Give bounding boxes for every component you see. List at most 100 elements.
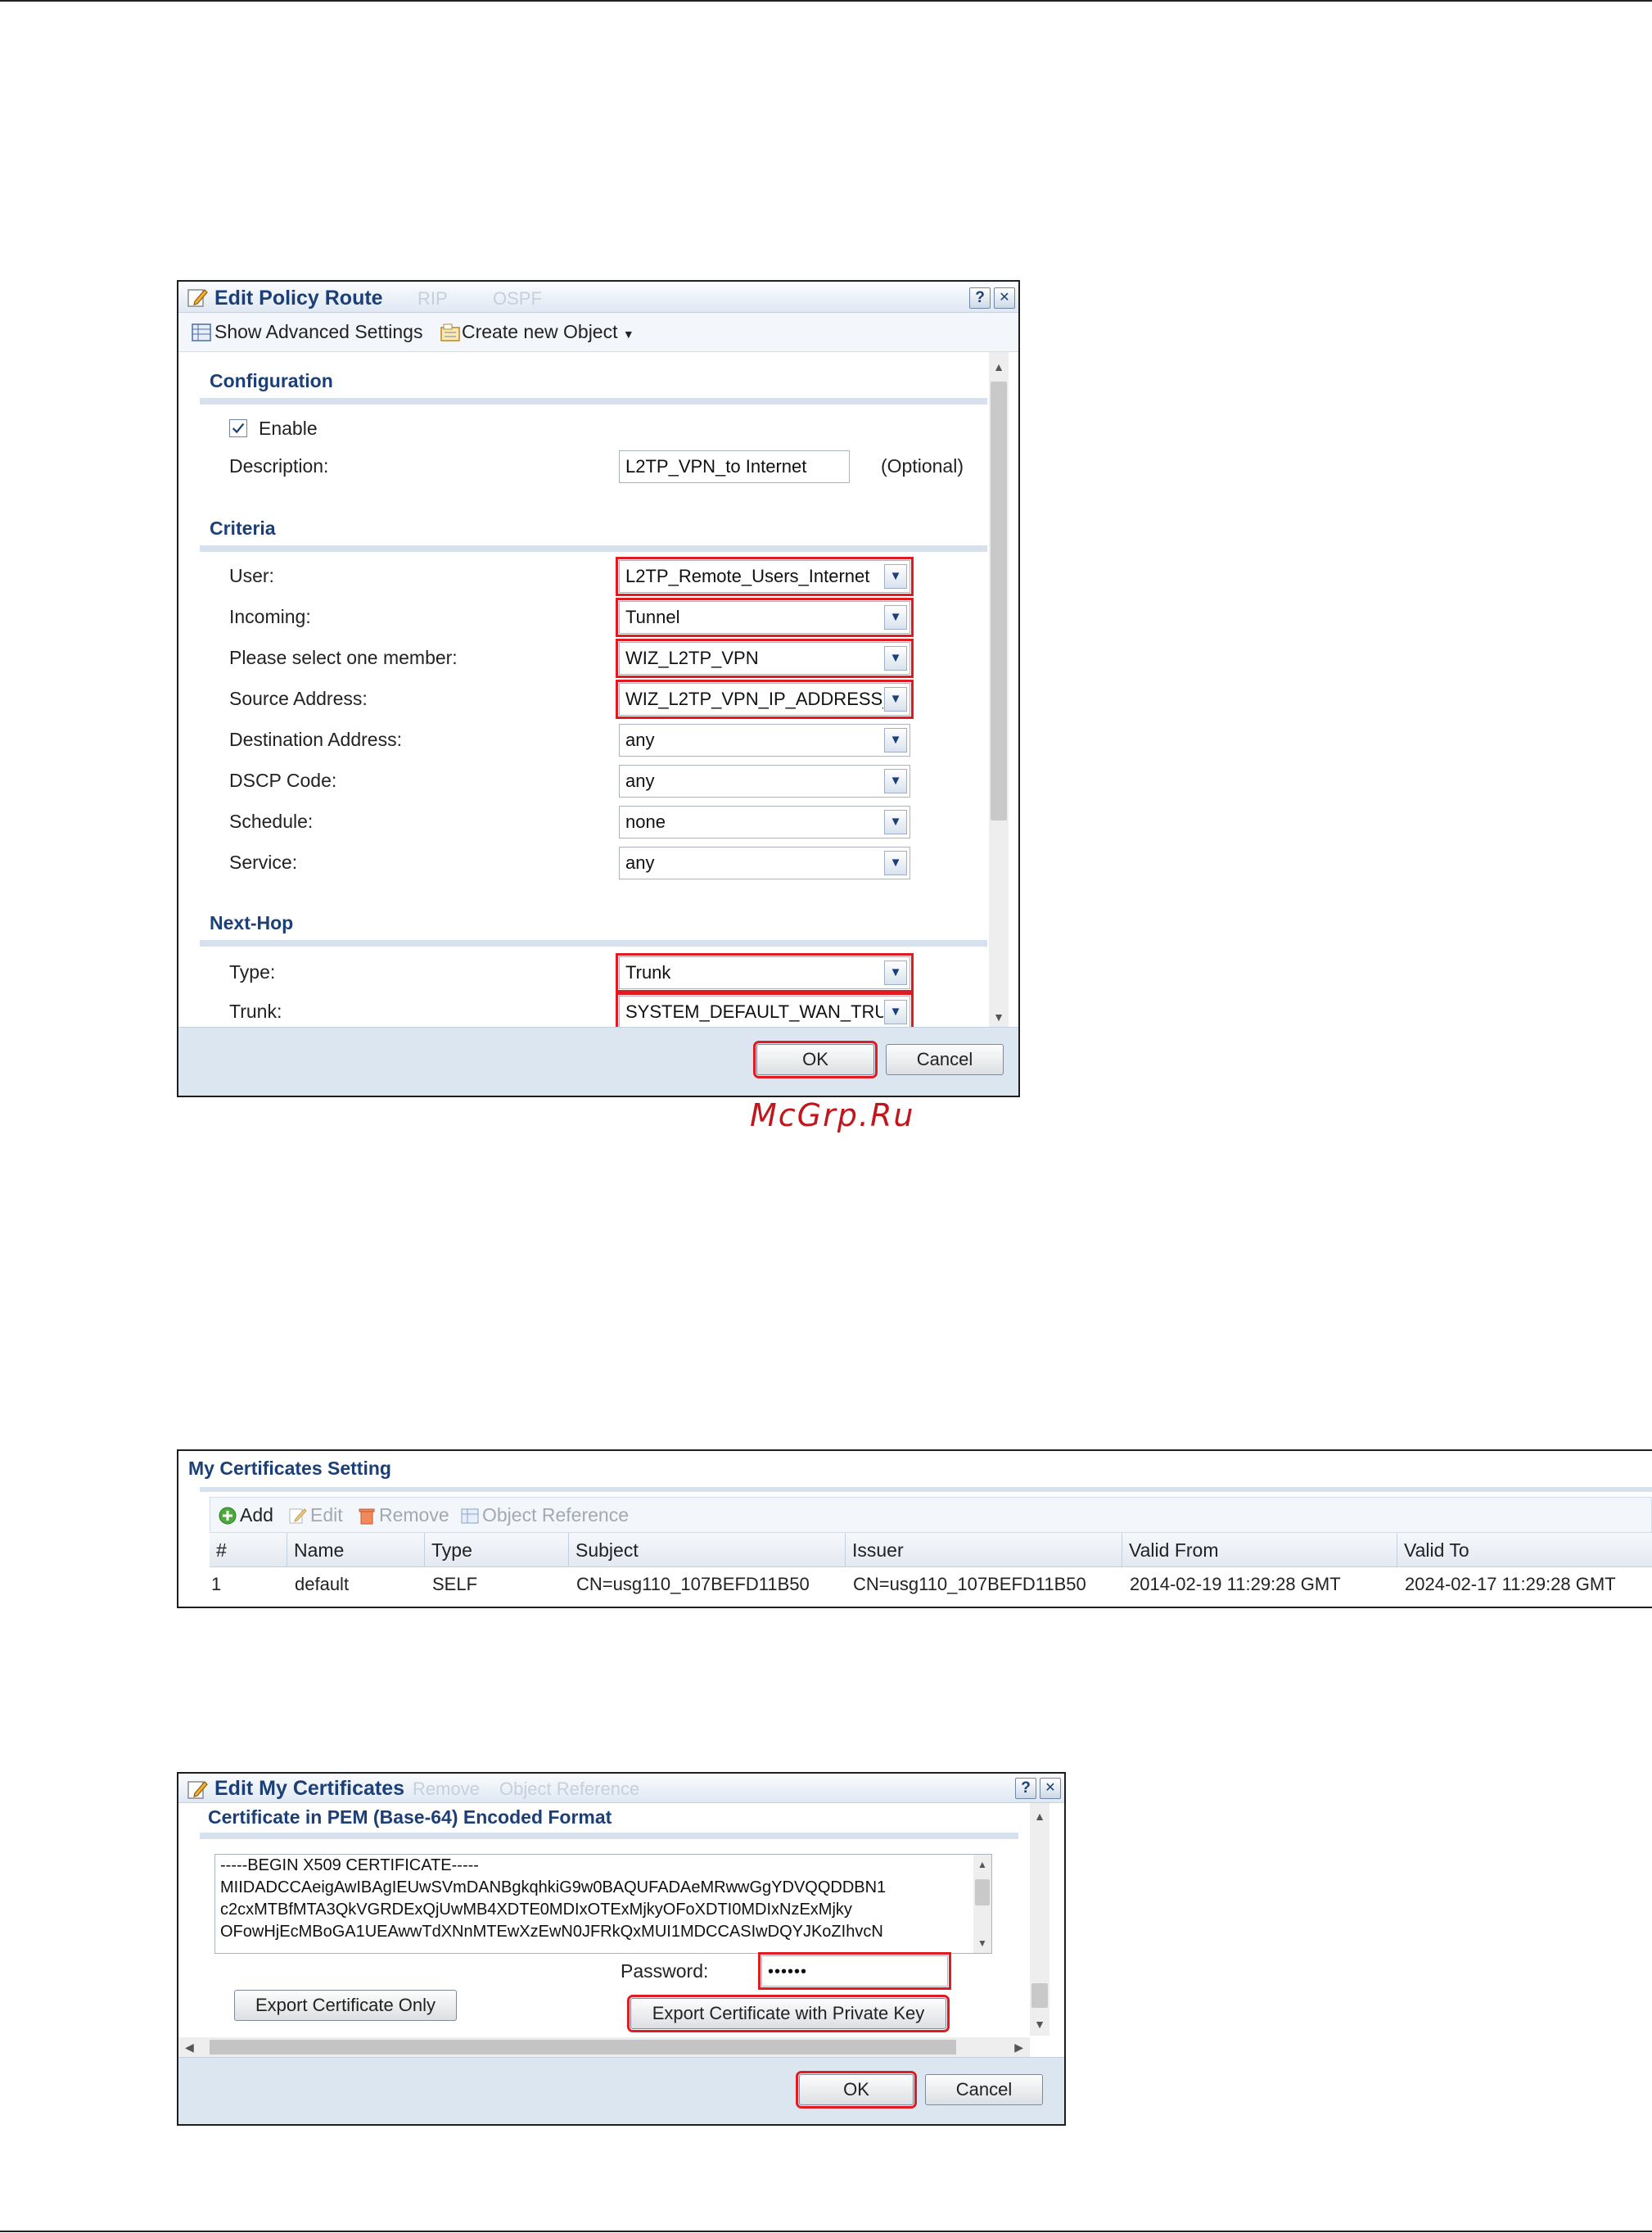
ok-button[interactable]: OK <box>753 1041 878 1078</box>
scroll-up-icon[interactable]: ▲ <box>989 357 1009 377</box>
trunk-label: Trunk: <box>229 1001 282 1022</box>
bottom-rule <box>0 2231 1652 2232</box>
dialog-title-bar: Edit My Certificates Remove Object Refer… <box>178 1774 1064 1803</box>
scroll-right-icon[interactable]: ▶ <box>1014 2037 1023 2057</box>
pem-line: OFowHjEcMBoGA1UEAwwTdXNnMTEwXzEwN0JFRkQx… <box>220 1923 883 1941</box>
chevron-down-icon[interactable]: ▼ <box>884 1000 907 1024</box>
scrollbar-thumb[interactable] <box>210 2040 956 2054</box>
pem-textarea[interactable]: -----BEGIN X509 CERTIFICATE----- MIIDADC… <box>214 1854 992 1954</box>
chevron-down-icon[interactable]: ▼ <box>884 851 907 875</box>
object-reference-icon <box>461 1508 479 1524</box>
chevron-down-icon[interactable]: ▼ <box>884 605 907 630</box>
scrollbar-thumb[interactable] <box>975 1879 990 1905</box>
scrollbar-thumb[interactable] <box>1031 1983 1048 2008</box>
chevron-down-icon[interactable]: ▼ <box>884 564 907 589</box>
type-select[interactable]: Trunk ▼ <box>616 953 914 992</box>
ok-button[interactable]: OK <box>796 2071 917 2109</box>
top-rule <box>0 0 1652 2</box>
description-label: Description: <box>229 455 329 477</box>
column-header-type[interactable]: Type <box>424 1533 568 1567</box>
help-icon[interactable]: ? <box>1015 1778 1036 1799</box>
member-select[interactable]: WIZ_L2TP_VPN ▼ <box>616 639 914 678</box>
edit-label: Edit <box>310 1504 343 1526</box>
add-button[interactable]: Add <box>219 1504 273 1526</box>
column-header-number[interactable]: # <box>210 1533 287 1567</box>
scroll-left-icon[interactable]: ◀ <box>185 2037 194 2057</box>
scroll-down-icon[interactable]: ▼ <box>989 1007 1009 1027</box>
edit-button[interactable]: Edit <box>289 1504 343 1526</box>
dscp-code-label: DSCP Code: <box>229 770 337 791</box>
help-icon[interactable]: ? <box>969 287 991 309</box>
export-certificate-with-private-key-button[interactable]: Export Certificate with Private Key <box>627 1995 950 2032</box>
column-header-subject[interactable]: Subject <box>568 1533 845 1567</box>
new-object-icon <box>440 323 460 341</box>
certificates-toolbar: Add Edit Remove Object Reference <box>210 1497 1652 1533</box>
close-icon[interactable]: ✕ <box>994 287 1015 309</box>
chevron-down-icon[interactable]: ▼ <box>884 961 907 985</box>
export-certificate-only-button[interactable]: Export Certificate Only <box>234 1990 457 2021</box>
table-row[interactable]: 1 default SELF CN=usg110_107BEFD11B50 CN… <box>210 1567 1652 1600</box>
incoming-select[interactable]: Tunnel ▼ <box>616 598 914 637</box>
cell-issuer: CN=usg110_107BEFD11B50 <box>853 1574 1086 1594</box>
pem-scrollbar[interactable]: ▲ ▼ <box>973 1855 991 1953</box>
column-header-valid-from[interactable]: Valid From <box>1122 1533 1397 1567</box>
source-address-value: WIZ_L2TP_VPN_IP_ADDRESS_ <box>625 689 883 709</box>
service-value: any <box>625 852 655 873</box>
scroll-down-icon[interactable]: ▼ <box>1030 2014 1049 2034</box>
vertical-scrollbar[interactable]: ▲ ▼ <box>989 352 1009 1028</box>
type-label: Type: <box>229 961 276 983</box>
criteria-heading: Criteria <box>210 518 276 539</box>
horizontal-scrollbar[interactable]: ◀ ▶ <box>178 2037 1030 2057</box>
dialog-content: Certificate in PEM (Base-64) Encoded For… <box>178 1803 1064 2057</box>
dialog-title-bar: Edit Policy Route RIP OSPF ? ✕ <box>178 282 1018 313</box>
service-select[interactable]: any ▼ <box>619 847 910 879</box>
member-label: Please select one member: <box>229 647 458 668</box>
pem-line: -----BEGIN X509 CERTIFICATE----- <box>220 1856 479 1874</box>
cancel-button[interactable]: Cancel <box>925 2074 1043 2105</box>
dialog-title: Edit Policy Route <box>214 287 383 310</box>
scroll-down-icon[interactable]: ▼ <box>973 1933 991 1953</box>
edit-policy-route-dialog: Edit Policy Route RIP OSPF ? ✕ Show Adva… <box>177 280 1020 1097</box>
column-header-valid-to[interactable]: Valid To <box>1397 1533 1652 1567</box>
chevron-down-icon[interactable]: ▼ <box>884 728 907 753</box>
password-label: Password: <box>621 1960 709 1982</box>
trunk-value: SYSTEM_DEFAULT_WAN_TRU <box>625 1001 883 1022</box>
close-icon[interactable]: ✕ <box>1040 1778 1061 1799</box>
scrollbar-thumb[interactable] <box>991 382 1007 820</box>
source-address-select[interactable]: WIZ_L2TP_VPN_IP_ADDRESS_ ▼ <box>616 680 914 719</box>
source-address-label: Source Address: <box>229 688 368 709</box>
user-select[interactable]: L2TP_Remote_Users_Internet ▼ <box>616 557 914 596</box>
add-label: Add <box>240 1504 273 1526</box>
chevron-down-icon[interactable]: ▼ <box>884 810 907 834</box>
schedule-select[interactable]: none ▼ <box>619 806 910 839</box>
watermark: McGrp.Ru <box>750 1097 915 1133</box>
schedule-value: none <box>625 811 666 832</box>
enable-checkbox[interactable] <box>229 419 247 437</box>
cell-type: SELF <box>432 1574 478 1594</box>
dialog-title: Edit My Certificates <box>214 1777 405 1800</box>
cell-valid-to: 2024-02-17 11:29:28 GMT <box>1405 1574 1616 1594</box>
create-new-object-menu[interactable]: Create new Object ▼ <box>440 321 634 343</box>
vertical-scrollbar[interactable]: ▲ ▼ <box>1030 1803 1049 2036</box>
column-header-name[interactable]: Name <box>287 1533 424 1567</box>
scroll-up-icon[interactable]: ▲ <box>973 1855 991 1874</box>
chevron-down-icon[interactable]: ▼ <box>884 646 907 671</box>
chevron-down-icon[interactable]: ▼ <box>884 769 907 793</box>
password-input[interactable]: •••••• <box>758 1952 951 1990</box>
my-certificates-panel: My Certificates Setting Add Edit Remove … <box>177 1449 1652 1608</box>
cancel-button[interactable]: Cancel <box>886 1044 1004 1075</box>
object-reference-button[interactable]: Object Reference <box>461 1504 629 1526</box>
scroll-up-icon[interactable]: ▲ <box>1030 1806 1049 1826</box>
enable-label: Enable <box>259 418 318 439</box>
show-advanced-settings-button[interactable]: Show Advanced Settings <box>192 321 422 343</box>
cell-subject: CN=usg110_107BEFD11B50 <box>576 1574 810 1594</box>
destination-address-select[interactable]: any ▼ <box>619 724 910 757</box>
remove-button[interactable]: Remove <box>358 1504 449 1526</box>
user-value: L2TP_Remote_Users_Internet <box>625 566 870 586</box>
dscp-code-select[interactable]: any ▼ <box>619 765 910 798</box>
column-header-issuer[interactable]: Issuer <box>845 1533 1122 1567</box>
chevron-down-icon[interactable]: ▼ <box>884 687 907 712</box>
dialog-content: Configuration Enable Description: L2TP_V… <box>178 352 1018 1032</box>
trunk-select[interactable]: SYSTEM_DEFAULT_WAN_TRU ▼ <box>616 992 914 1032</box>
description-input[interactable]: L2TP_VPN_to Internet <box>619 450 850 483</box>
